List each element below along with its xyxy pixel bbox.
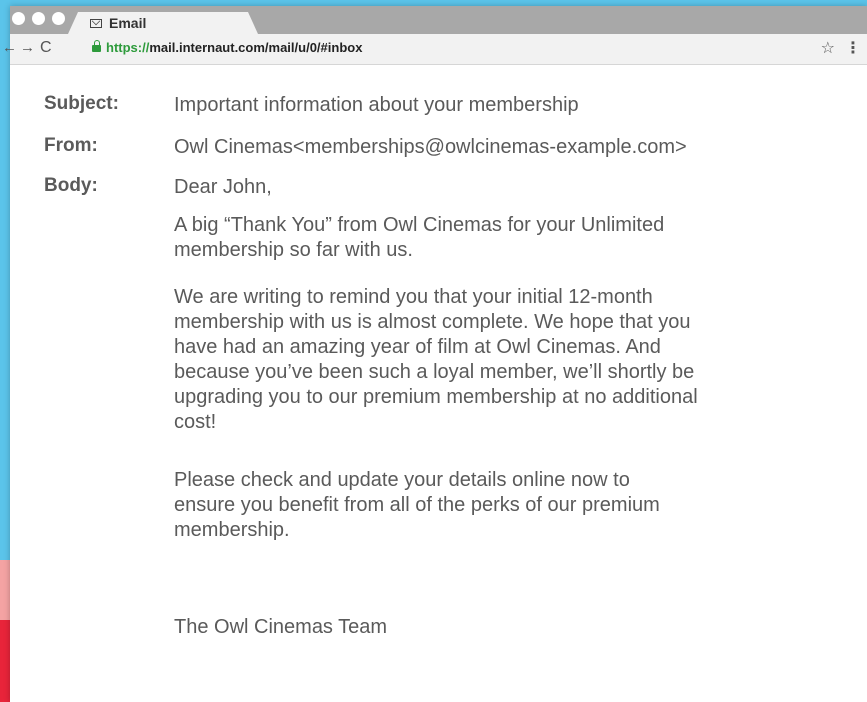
from-label: From: xyxy=(44,135,98,156)
forward-arrow-icon[interactable]: → xyxy=(20,39,35,57)
body-paragraph-3: Please check and update your details onl… xyxy=(174,469,660,541)
window-controls xyxy=(12,12,65,25)
minimize-window-button[interactable] xyxy=(32,12,45,25)
lock-icon xyxy=(92,40,101,52)
bookmark-star-icon[interactable]: ☆ xyxy=(821,38,835,58)
browser-menu-icon[interactable]: ⋮ xyxy=(845,38,861,58)
tab-strip: Email xyxy=(10,6,867,34)
tab-email[interactable]: Email xyxy=(68,12,258,34)
url-text: mail.internaut.com/mail/u/0/#inbox xyxy=(149,40,363,55)
subject-text: Important information about your members… xyxy=(174,94,579,116)
body-paragraph-1: A big “Thank You” from Owl Cinemas for y… xyxy=(174,214,665,261)
browser-window: Email ← → C https://mail.internaut.com/m… xyxy=(2,6,867,702)
body-label: Body: xyxy=(44,175,98,196)
from-text: Owl Cinemas<memberships@owlcinemas-examp… xyxy=(174,136,687,158)
reload-icon[interactable]: C xyxy=(40,39,52,57)
subject-label: Subject: xyxy=(44,93,119,114)
signature-text: The Owl Cinemas Team xyxy=(174,616,388,638)
close-window-button[interactable] xyxy=(12,12,25,25)
tab-title: Email xyxy=(109,15,147,31)
back-arrow-icon[interactable]: ← xyxy=(2,39,17,57)
mail-icon xyxy=(90,18,102,28)
greeting-text: Dear John, xyxy=(174,176,272,198)
browser-toolbar: ← → C https://mail.internaut.com/mail/u/… xyxy=(2,34,867,65)
body-paragraph-2: We are writing to remind you that your i… xyxy=(174,286,698,433)
address-bar[interactable]: https://mail.internaut.com/mail/u/0/#inb… xyxy=(92,39,362,57)
maximize-window-button[interactable] xyxy=(52,12,65,25)
url-scheme: https:// xyxy=(106,40,150,55)
